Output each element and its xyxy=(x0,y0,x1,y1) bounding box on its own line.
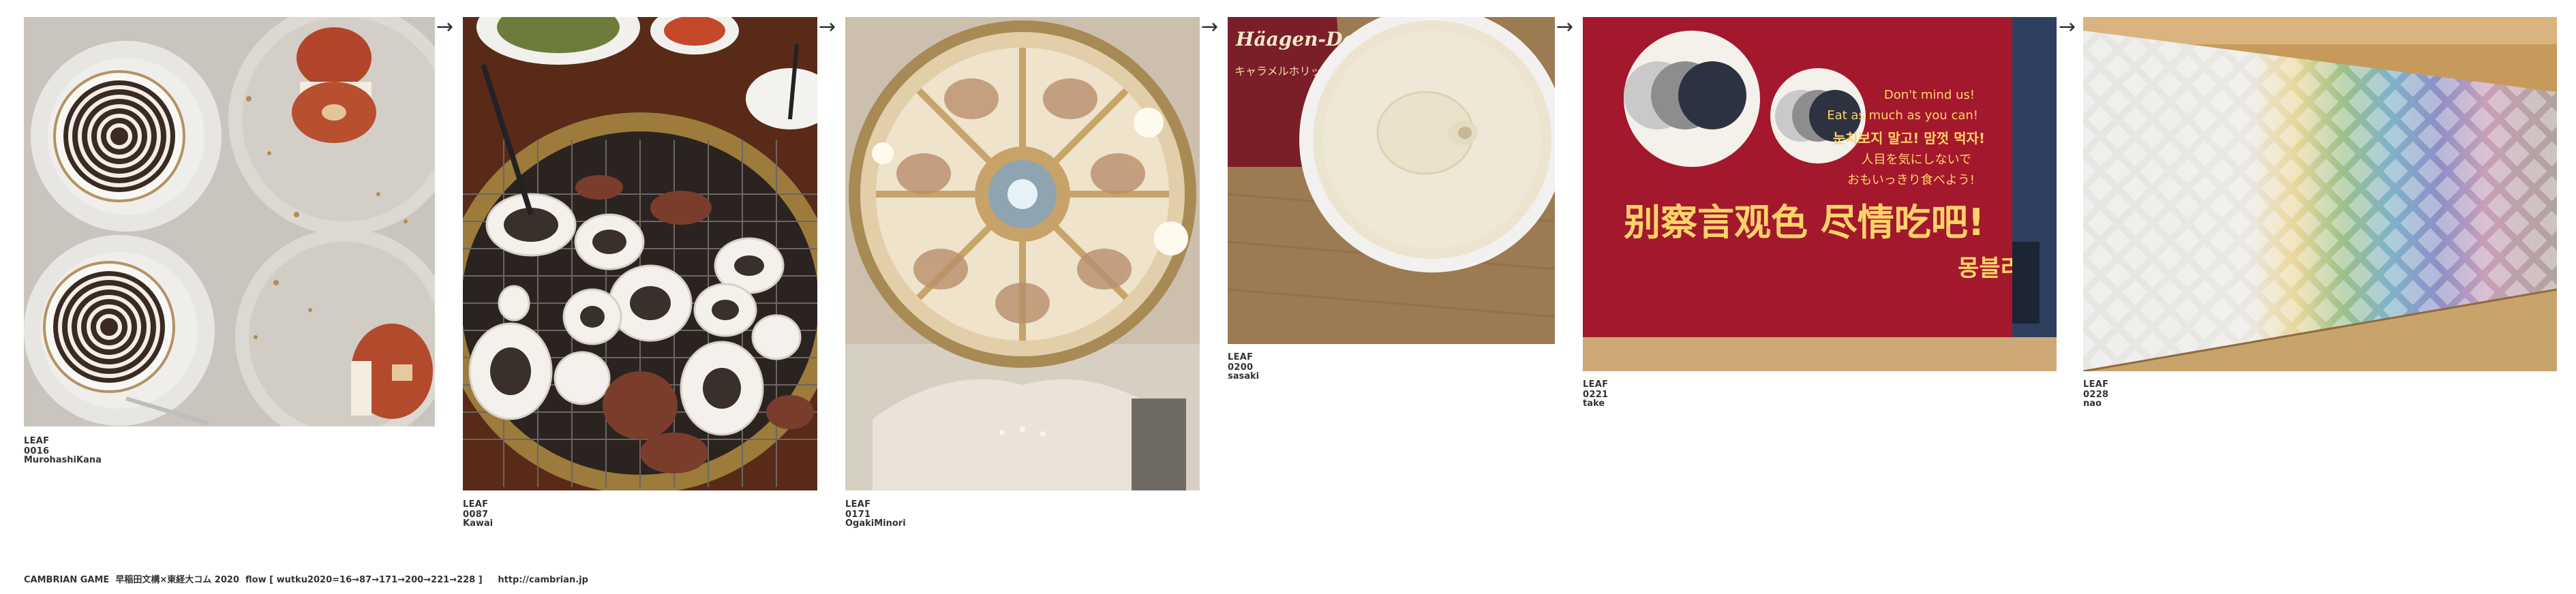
leaf-number: LEAF 0087 xyxy=(463,499,489,520)
sign-logo-text: 몽블리 xyxy=(1958,255,2022,282)
leaf-number: LEAF 0200 xyxy=(1228,352,1254,373)
flow-arrow-icon: → xyxy=(436,15,454,39)
sign-line-4: 人目を気にしないで xyxy=(1862,153,1971,167)
footer-credits[interactable]: CAMBRIAN GAME 早稲田文構×東経大コム 2020 flow [ wu… xyxy=(24,572,588,585)
sign-line-1: Don't mind us! xyxy=(1884,88,1975,102)
leaf-number: LEAF 0016 xyxy=(24,436,50,456)
leaf-author[interactable]: Kawai xyxy=(463,518,493,529)
sign-big-text: 别察言观色 尽情吃吧! xyxy=(1624,201,1984,244)
church-dome-photo[interactable] xyxy=(845,17,1200,490)
leaf-author[interactable]: OgakiMinori xyxy=(845,518,906,529)
leaf-number: LEAF 0221 xyxy=(1583,379,1609,400)
sign-line-3: 눈치보지 말고! 맘껏 먹자! xyxy=(1833,130,1985,146)
sign-line-5: おもいっきり食べよう! xyxy=(1847,173,1975,187)
leaf-number: LEAF 0228 xyxy=(2083,379,2109,400)
yakiniku-grill-photo[interactable] xyxy=(463,17,817,490)
sign-line-2: Eat as much as you can! xyxy=(1827,108,1978,123)
leaf-author[interactable]: MurohashiKana xyxy=(24,455,102,465)
leaf-number: LEAF 0171 xyxy=(845,499,871,520)
leaf-author[interactable]: nao xyxy=(2083,398,2102,409)
flow-arrow-icon: → xyxy=(1556,15,1574,39)
flow-arrow-icon: → xyxy=(2059,15,2076,39)
leaf-author[interactable]: sasaki xyxy=(1228,371,1259,381)
flow-arrow-icon: → xyxy=(819,15,836,39)
flow-arrow-icon: → xyxy=(1201,15,1219,39)
ice-cream-photo[interactable]: Häagen-Dazs キャラメルホリック xyxy=(1228,17,1555,344)
leaf-author[interactable]: take xyxy=(1583,398,1605,409)
red-sign-photo[interactable]: Don't mind us! Eat as much as you can! 눈… xyxy=(1583,17,2057,371)
wall-of-cards-photo[interactable] xyxy=(2083,17,2557,371)
latte-dessert-photo[interactable] xyxy=(24,17,435,426)
